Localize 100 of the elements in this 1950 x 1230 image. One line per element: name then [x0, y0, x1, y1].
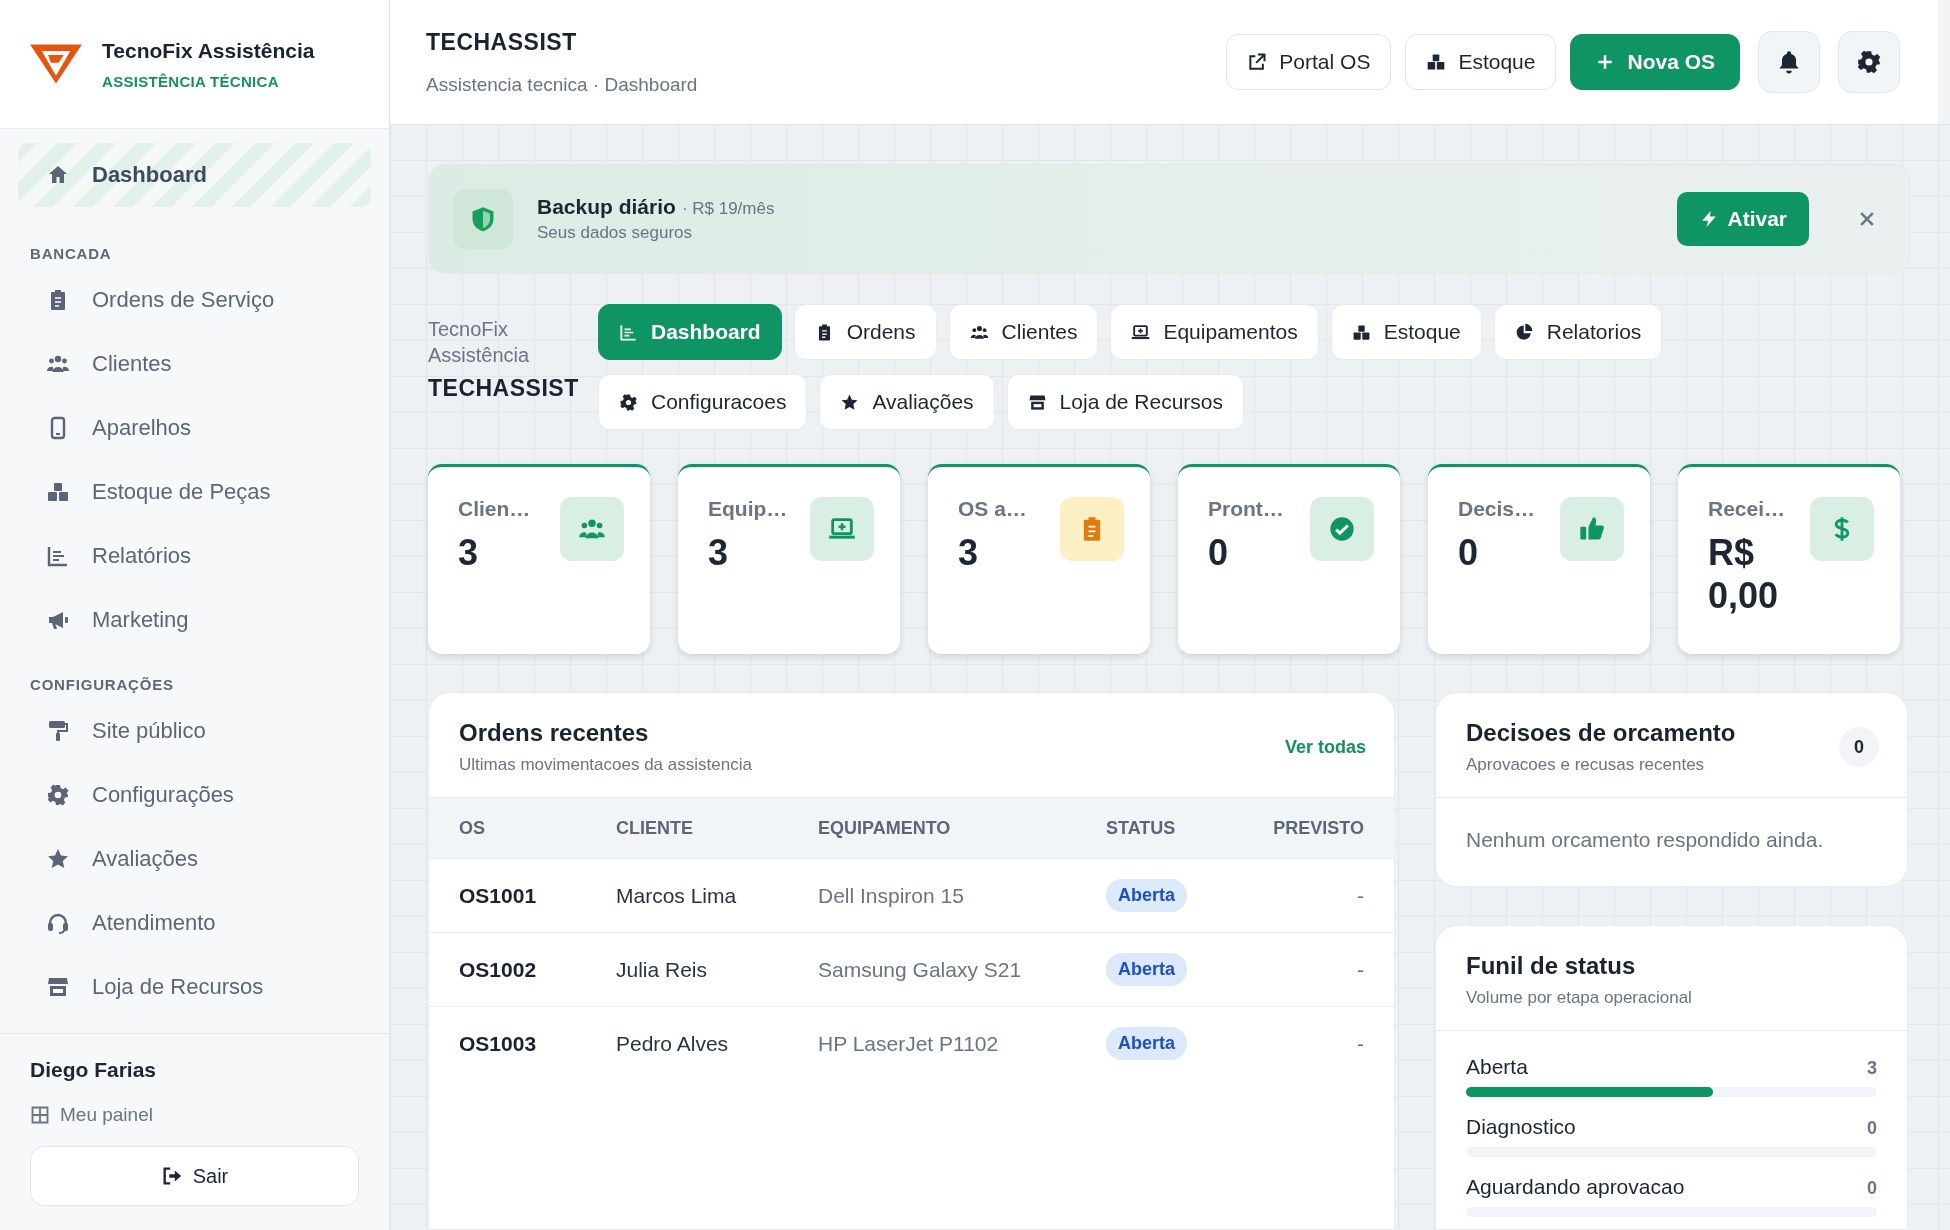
- nav-item[interactable]: Configurações: [18, 763, 371, 827]
- module-name: TecnoFix Assistência: [428, 317, 531, 368]
- table-cell-text: -: [1356, 883, 1364, 908]
- chart-icon: [619, 322, 638, 342]
- nav-item[interactable]: Ordens de Serviço: [18, 268, 371, 332]
- column-header: STATUS: [1106, 817, 1177, 839]
- status-badge: Aberta: [1106, 1027, 1187, 1060]
- chart-icon: [46, 544, 70, 568]
- table-cell-text: Samsung Galaxy S21: [818, 957, 1023, 982]
- star-icon: [46, 847, 70, 871]
- check-circle-icon: [1328, 515, 1356, 543]
- tab[interactable]: Avaliações: [819, 374, 995, 430]
- external-link-icon: [1247, 52, 1268, 72]
- count-badge: 0: [1839, 727, 1879, 767]
- logout-button[interactable]: Sair: [30, 1146, 359, 1206]
- tab[interactable]: Ordens: [793, 304, 937, 360]
- tab[interactable]: Configuracoes: [598, 374, 808, 430]
- nav-item[interactable]: Atendimento: [18, 891, 371, 955]
- tab[interactable]: Dashboard: [598, 304, 782, 360]
- activate-button[interactable]: Ativar: [1677, 192, 1809, 246]
- tab[interactable]: Clientes: [948, 304, 1099, 360]
- tab[interactable]: Loja de Recursos: [1006, 374, 1245, 430]
- tab[interactable]: Estoque: [1330, 304, 1482, 360]
- store-icon: [1027, 392, 1047, 412]
- section-heading: BANCADA: [29, 244, 113, 264]
- card-title: Decisoes de orcamento: [1466, 719, 1736, 747]
- stat-value: 3: [458, 531, 480, 575]
- user-name: Diego Farias: [30, 1058, 158, 1082]
- logout-icon: [160, 1165, 183, 1187]
- table-cell-text: -: [1356, 1031, 1364, 1056]
- card-title: Ordens recentes: [459, 719, 650, 747]
- stat-value: 3: [708, 531, 730, 575]
- stat-value: 3: [958, 531, 980, 575]
- nav-item[interactable]: Dashboard: [18, 143, 371, 207]
- stage-label: Aguardando aprovacao: [1466, 1175, 1685, 1199]
- status-badge: Aberta: [1106, 879, 1187, 912]
- stat-label: Recei…: [1708, 497, 1787, 521]
- column-header: EQUIPAMENTO: [818, 817, 952, 839]
- tab[interactable]: Equipamentos: [1110, 304, 1319, 360]
- header-button[interactable]: Estoque: [1405, 34, 1557, 90]
- brand-name: TecnoFix Assistência: [102, 38, 315, 63]
- logo-icon: [30, 42, 82, 86]
- bell-icon: [1776, 49, 1802, 75]
- settings-button[interactable]: [1838, 31, 1900, 93]
- grid-icon: [30, 1105, 50, 1125]
- view-all-link[interactable]: Ver todas: [1284, 736, 1366, 758]
- table-cell-text: Marcos Lima: [616, 883, 738, 908]
- nav-item[interactable]: Clientes: [18, 332, 371, 396]
- nav-item[interactable]: Avaliações: [18, 827, 371, 891]
- table-cell-text: OS1003: [459, 1031, 538, 1056]
- table-cell-text: Julia Reis: [616, 957, 709, 982]
- column-header: OS: [459, 817, 486, 839]
- stat-label: Equip…: [708, 497, 789, 521]
- laptop-icon: [1131, 322, 1151, 342]
- gear-icon: [619, 392, 638, 412]
- pie-chart-icon: [1514, 322, 1534, 342]
- stage-label: Diagnostico: [1466, 1115, 1576, 1139]
- nav-item[interactable]: Aparelhos: [18, 396, 371, 460]
- stat-value: 0: [1458, 531, 1480, 575]
- gear-icon: [1856, 49, 1882, 75]
- table-cell-text: -: [1356, 957, 1364, 982]
- star-icon: [840, 392, 860, 412]
- nav-item[interactable]: Site público: [18, 699, 371, 763]
- column-header: PREVISTO: [1272, 817, 1364, 839]
- stat-label: Decis…: [1458, 497, 1537, 521]
- nav-item[interactable]: Estoque de Peças: [18, 460, 371, 524]
- headset-icon: [46, 911, 70, 935]
- notifications-button[interactable]: [1758, 31, 1820, 93]
- nav-item[interactable]: Marketing: [18, 588, 371, 652]
- table-cell-text: OS1001: [459, 883, 538, 908]
- table-cell-text: Pedro Alves: [616, 1031, 730, 1056]
- gear-icon: [46, 783, 70, 807]
- card-subtitle: Aprovacoes e recusas recentes: [1466, 755, 1706, 775]
- table-cell-text: Dell Inspiron 15: [818, 883, 965, 908]
- brand-tagline: ASSISTÊNCIA TÉCNICA: [102, 72, 280, 90]
- nav-item[interactable]: Loja de Recursos: [18, 955, 371, 1019]
- page-title: TECHASSIST: [426, 27, 577, 57]
- thumbs-up-icon: [1578, 515, 1606, 543]
- card-title: Funil de status: [1466, 952, 1637, 980]
- header-button[interactable]: Portal OS: [1226, 34, 1392, 90]
- banner-price: · R$ 19/mês: [681, 199, 775, 219]
- status-badge: Aberta: [1106, 953, 1187, 986]
- boxes-icon: [1426, 52, 1447, 72]
- stat-label: Clien…: [458, 497, 532, 521]
- boxes-icon: [46, 480, 70, 504]
- nav-item[interactable]: Relatórios: [18, 524, 371, 588]
- dashboard-link[interactable]: Meu painel: [30, 1104, 153, 1126]
- stat-value: 0: [1208, 531, 1230, 575]
- paint-roller-icon: [46, 719, 70, 743]
- stage-count: 0: [1867, 1178, 1877, 1199]
- stage-count: 3: [1867, 1058, 1877, 1079]
- section-heading: CONFIGURAÇÕES: [29, 675, 175, 695]
- stat-value: R$ 0,00: [1708, 531, 1780, 618]
- column-header: CLIENTE: [616, 817, 694, 839]
- empty-message: Nenhum orcamento respondido ainda.: [1465, 827, 1825, 853]
- breadcrumb: Assistencia tecnica · Dashboard: [426, 74, 698, 97]
- card-subtitle: Ultimas movimentacoes da assistencia: [459, 755, 752, 775]
- tab[interactable]: Relatorios: [1493, 304, 1663, 360]
- table-cell-text: HP LaserJet P1102: [818, 1031, 1000, 1056]
- header-button[interactable]: Nova OS: [1570, 34, 1740, 90]
